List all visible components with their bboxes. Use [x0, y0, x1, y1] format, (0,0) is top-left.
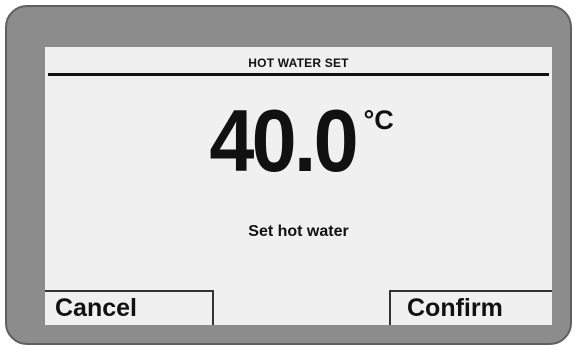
temperature-value: 40.0 — [209, 91, 359, 190]
confirm-button[interactable]: Confirm — [389, 290, 552, 325]
lcd-screen: HOT WATER SET 40.0 °C Set hot water Cance… — [45, 47, 552, 325]
temperature-unit: °C — [363, 105, 394, 135]
setpoint-label: Set hot water — [248, 223, 349, 240]
header-divider — [48, 73, 549, 76]
screen-title: HOT WATER SET — [248, 56, 349, 70]
device-bezel: HOT WATER SET 40.0 °C Set hot water Cance… — [5, 5, 572, 345]
cancel-button[interactable]: Cancel — [45, 290, 214, 325]
temperature-display: 40.0 °C — [45, 97, 552, 185]
